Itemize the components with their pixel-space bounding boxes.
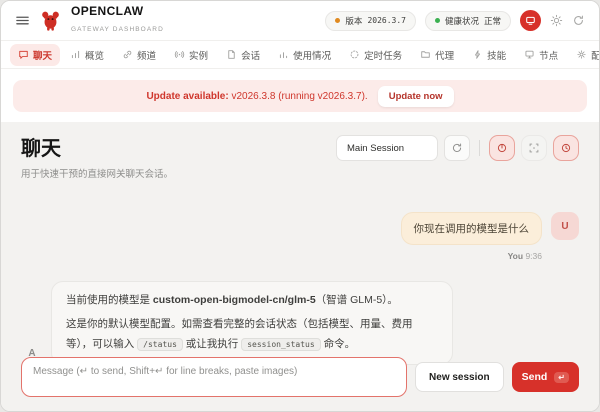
banner-section: Update available: v2026.3.8 (running v20… <box>1 69 599 122</box>
refresh-icon <box>451 142 463 154</box>
tab-label: 实例 <box>189 48 208 62</box>
model-name: custom-open-bigmodel-cn/glm-5 <box>153 294 316 306</box>
tab-label: 配置 <box>591 48 599 62</box>
gear-icon <box>576 49 587 60</box>
update-banner-bold: Update available: <box>146 91 228 102</box>
clock-icon <box>560 142 572 154</box>
tab-agents[interactable]: 代理 <box>412 44 462 66</box>
session-controls: Main Session <box>336 135 579 161</box>
bar-chart-icon <box>70 49 81 60</box>
page-subtitle: 用于快速干预的直接网关聊天会话。 <box>21 166 173 180</box>
history-button[interactable] <box>553 135 579 161</box>
tab-usage[interactable]: 使用情况 <box>270 44 339 66</box>
loader-circle-icon <box>349 49 360 60</box>
send-button[interactable]: Send ↵ <box>512 362 579 392</box>
tab-nodes[interactable]: 节点 <box>516 44 566 66</box>
file-icon <box>226 49 237 60</box>
tab-overview[interactable]: 概览 <box>62 44 112 66</box>
monitor-icon <box>524 49 535 60</box>
health-value: 正常 <box>484 15 501 27</box>
broadcast-icon <box>174 49 185 60</box>
brand-title: OPENCLAW <box>71 5 164 18</box>
update-banner: Update available: v2026.3.8 (running v20… <box>13 80 587 112</box>
tab-label: 技能 <box>487 48 506 62</box>
session-select[interactable]: Main Session <box>336 135 438 161</box>
user-avatar: U <box>551 212 579 240</box>
version-badge: 版本 2026.3.7 <box>325 11 416 31</box>
top-header: OPENCLAW GATEWAY DASHBOARD 版本 2026.3.7 健… <box>1 1 599 41</box>
tab-instances[interactable]: 实例 <box>166 44 216 66</box>
main-content: 聊天 用于快速干预的直接网关聊天会话。 Main Session <box>1 122 599 411</box>
chat-messages: 你现在调用的模型是什么 You 9:36 U A 当前使用的模型是 custom… <box>1 180 599 349</box>
user-message-bubble: 你现在调用的模型是什么 <box>401 212 543 245</box>
openclaw-logo-icon <box>39 9 62 32</box>
enter-key-icon: ↵ <box>554 372 569 383</box>
refresh-icon[interactable] <box>572 14 585 27</box>
tab-label: 代理 <box>435 48 454 62</box>
brand-subtitle: GATEWAY DASHBOARD <box>71 26 164 33</box>
tab-chat[interactable]: 聊天 <box>10 44 60 66</box>
user-name: You <box>508 251 523 261</box>
menu-icon[interactable] <box>15 13 30 28</box>
power-icon <box>496 142 508 154</box>
brand-block: OPENCLAW GATEWAY DASHBOARD <box>71 5 164 36</box>
tab-label: 聊天 <box>33 48 52 62</box>
tab-sessions[interactable]: 会话 <box>218 44 268 66</box>
send-label: Send <box>522 371 548 383</box>
message-input[interactable] <box>21 357 407 397</box>
tab-skills[interactable]: 技能 <box>464 44 514 66</box>
console-button[interactable] <box>520 10 541 31</box>
update-now-button[interactable]: Update now <box>378 86 454 107</box>
tab-label: 频道 <box>137 48 156 62</box>
update-banner-text: v2026.3.8 (running v2026.3.7). <box>231 91 367 102</box>
tab-channels[interactable]: 频道 <box>114 44 164 66</box>
assistant-paragraph-1: 当前使用的模型是 custom-open-bigmodel-cn/glm-5（智… <box>66 291 438 311</box>
user-time: 9:36 <box>525 251 542 261</box>
health-label: 健康状况 <box>445 15 479 27</box>
tab-label: 概览 <box>85 48 104 62</box>
tab-label: 会话 <box>241 48 260 62</box>
bar-chart-icon <box>278 49 289 60</box>
message-composer: New session Send ↵ <box>1 349 599 411</box>
chat-bubble-icon <box>18 49 29 60</box>
tab-label: 定时任务 <box>364 48 402 62</box>
refresh-session-button[interactable] <box>444 135 470 161</box>
focus-button[interactable] <box>521 135 547 161</box>
page-header: 聊天 用于快速干预的直接网关聊天会话。 Main Session <box>1 122 599 180</box>
version-label: 版本 <box>345 15 362 27</box>
monitor-icon <box>525 15 536 26</box>
divider <box>479 140 480 156</box>
user-message-meta: You 9:36 <box>508 251 542 261</box>
focus-icon <box>528 142 540 154</box>
lightning-icon <box>472 49 483 60</box>
health-dot-icon <box>435 18 440 23</box>
tab-label: 使用情况 <box>293 48 331 62</box>
link-icon <box>122 49 133 60</box>
folder-icon <box>420 49 431 60</box>
version-value: 2026.3.7 <box>367 16 406 25</box>
new-session-button[interactable]: New session <box>415 362 504 392</box>
version-dot-icon <box>335 18 340 23</box>
page-title: 聊天 <box>21 132 173 161</box>
theme-toggle-sun-icon[interactable] <box>550 14 563 27</box>
health-badge: 健康状况 正常 <box>425 11 511 31</box>
user-message-row: 你现在调用的模型是什么 You 9:36 U <box>21 212 579 261</box>
app-window: OPENCLAW GATEWAY DASHBOARD 版本 2026.3.7 健… <box>0 0 600 412</box>
abort-button[interactable] <box>489 135 515 161</box>
tab-cron[interactable]: 定时任务 <box>341 44 410 66</box>
nav-tabs: 聊天 概览 频道 实例 会话 使用情况 定时任务 代理 <box>1 41 599 69</box>
tab-label: 节点 <box>539 48 558 62</box>
tab-config[interactable]: 配置 <box>568 44 599 66</box>
